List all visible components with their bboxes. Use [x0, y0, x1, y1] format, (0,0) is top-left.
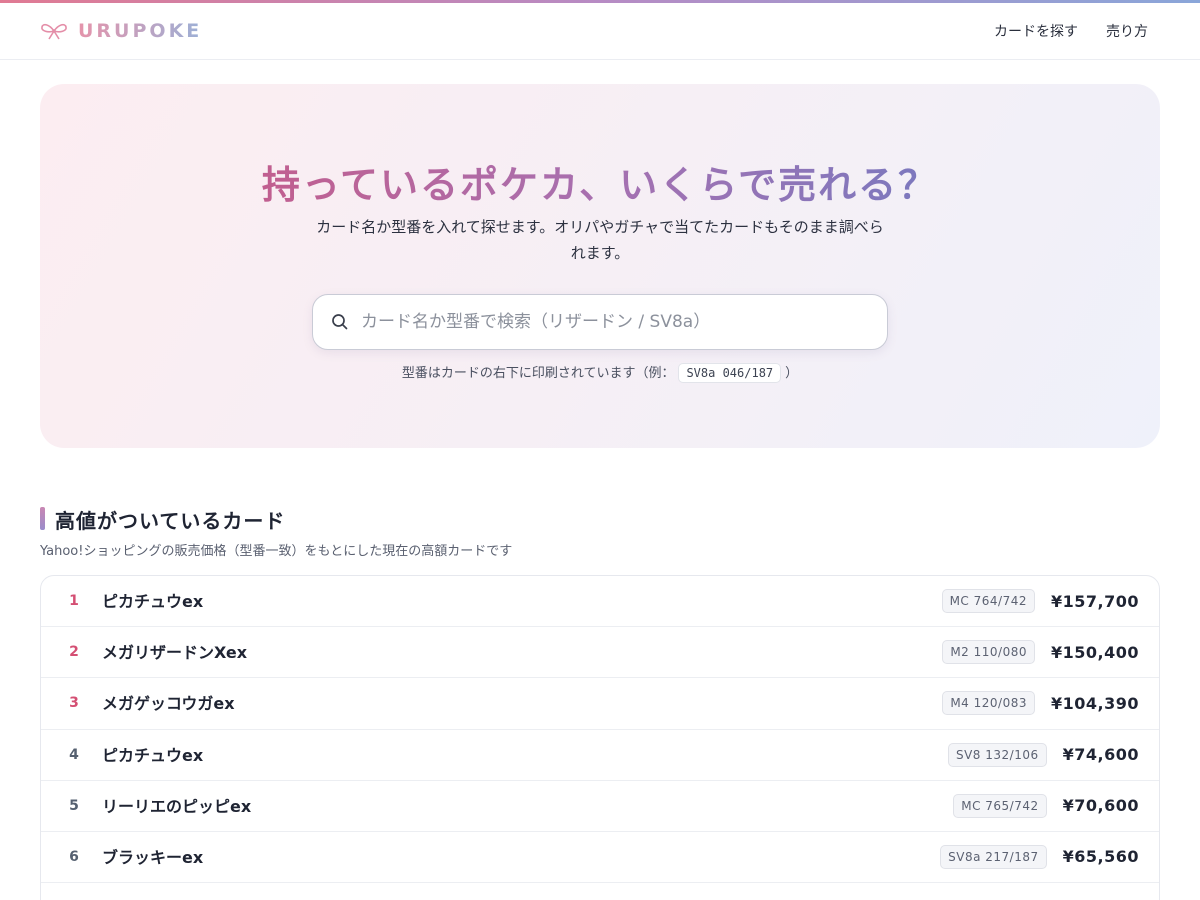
logo[interactable]: URUPOKE: [40, 20, 202, 42]
high-value-card-list: 1 ピカチュウex MC 764/742 ¥157,700 2 メガリザードンXe…: [40, 575, 1160, 900]
search-box[interactable]: [312, 294, 888, 350]
logo-text: URUPOKE: [78, 20, 203, 42]
card-name: ピカチュウex: [102, 745, 204, 765]
search-icon: [331, 313, 349, 331]
section-accent-bar: [40, 507, 45, 530]
hero-section: 持っているポケカ、いくらで売れる？ カード名か型番を入れて探せます。オリパやガチ…: [40, 84, 1160, 448]
card-name: メガリザードンXex: [102, 643, 248, 663]
section-title: 高値がついているカード: [55, 509, 286, 533]
search-input[interactable]: [361, 295, 861, 348]
ribbon-icon: [40, 21, 68, 41]
card-price: ¥157,700: [1050, 591, 1139, 611]
card-name: ブラッキーex: [102, 847, 204, 867]
hint-example-code: SV8a 046/187: [678, 363, 782, 383]
site-header: URUPOKE カードを探す 売り方: [0, 3, 1200, 60]
hero-title: 持っているポケカ、いくらで売れる？: [40, 154, 1160, 209]
card-model-badge: SV8a 217/187: [940, 844, 1047, 869]
card-row-partial[interactable]: [41, 883, 1159, 900]
card-price: ¥70,600: [1062, 796, 1139, 816]
card-name: ピカチュウex: [102, 592, 204, 611]
model-number-hint: 型番はカードの右下に印刷されています（例： SV8a 046/187）: [40, 362, 1160, 383]
card-row[interactable]: 5 リーリエのピッピex MC 765/742 ¥70,600: [41, 781, 1159, 832]
card-price: ¥74,600: [1062, 745, 1139, 765]
card-row[interactable]: 2 メガリザードンXex M2 110/080 ¥150,400: [41, 627, 1159, 679]
card-model-badge: MC 765/742: [953, 793, 1047, 818]
card-name: リーリエのピッピex: [102, 796, 252, 816]
card-rank: 3: [69, 695, 79, 712]
card-rank: 2: [69, 644, 79, 661]
hint-prefix: 型番はカードの右下に印刷されています（例：: [401, 366, 675, 381]
card-rank: 6: [69, 848, 79, 865]
card-price: ¥104,390: [1050, 693, 1139, 713]
card-row[interactable]: 4 ピカチュウex SV8 132/106 ¥74,600: [41, 730, 1159, 781]
card-price: ¥65,560: [1062, 847, 1139, 867]
hero-subtitle: カード名か型番を入れて探せます。オリパやガチャで当てたカードもそのまま調べられま…: [316, 218, 884, 262]
card-rank: 1: [69, 593, 79, 609]
card-model-badge: M2 110/080: [942, 640, 1035, 665]
card-row[interactable]: 3 メガゲッコウガex M4 120/083 ¥104,390: [41, 678, 1159, 730]
main-nav: カードを探す 売り方: [994, 21, 1148, 41]
section-subtitle: Yahoo!ショッピングの販売価格（型番一致）をもとにした現在の高額カードです: [40, 544, 513, 559]
card-name: メガゲッコウガex: [102, 694, 235, 714]
card-model-badge: M4 120/083: [942, 691, 1035, 716]
card-model-badge: SV8 132/106: [947, 742, 1047, 767]
hint-suffix: ）: [785, 366, 799, 381]
card-rank: 4: [69, 746, 79, 763]
nav-find-cards[interactable]: カードを探す: [994, 21, 1078, 41]
card-row[interactable]: 1 ピカチュウex MC 764/742 ¥157,700: [41, 576, 1159, 628]
card-row[interactable]: 6 ブラッキーex SV8a 217/187 ¥65,560: [41, 832, 1159, 884]
nav-how-to-sell[interactable]: 売り方: [1106, 21, 1148, 41]
card-rank: 5: [69, 797, 79, 814]
card-price: ¥150,400: [1050, 642, 1139, 662]
card-model-badge: MC 764/742: [941, 589, 1035, 613]
